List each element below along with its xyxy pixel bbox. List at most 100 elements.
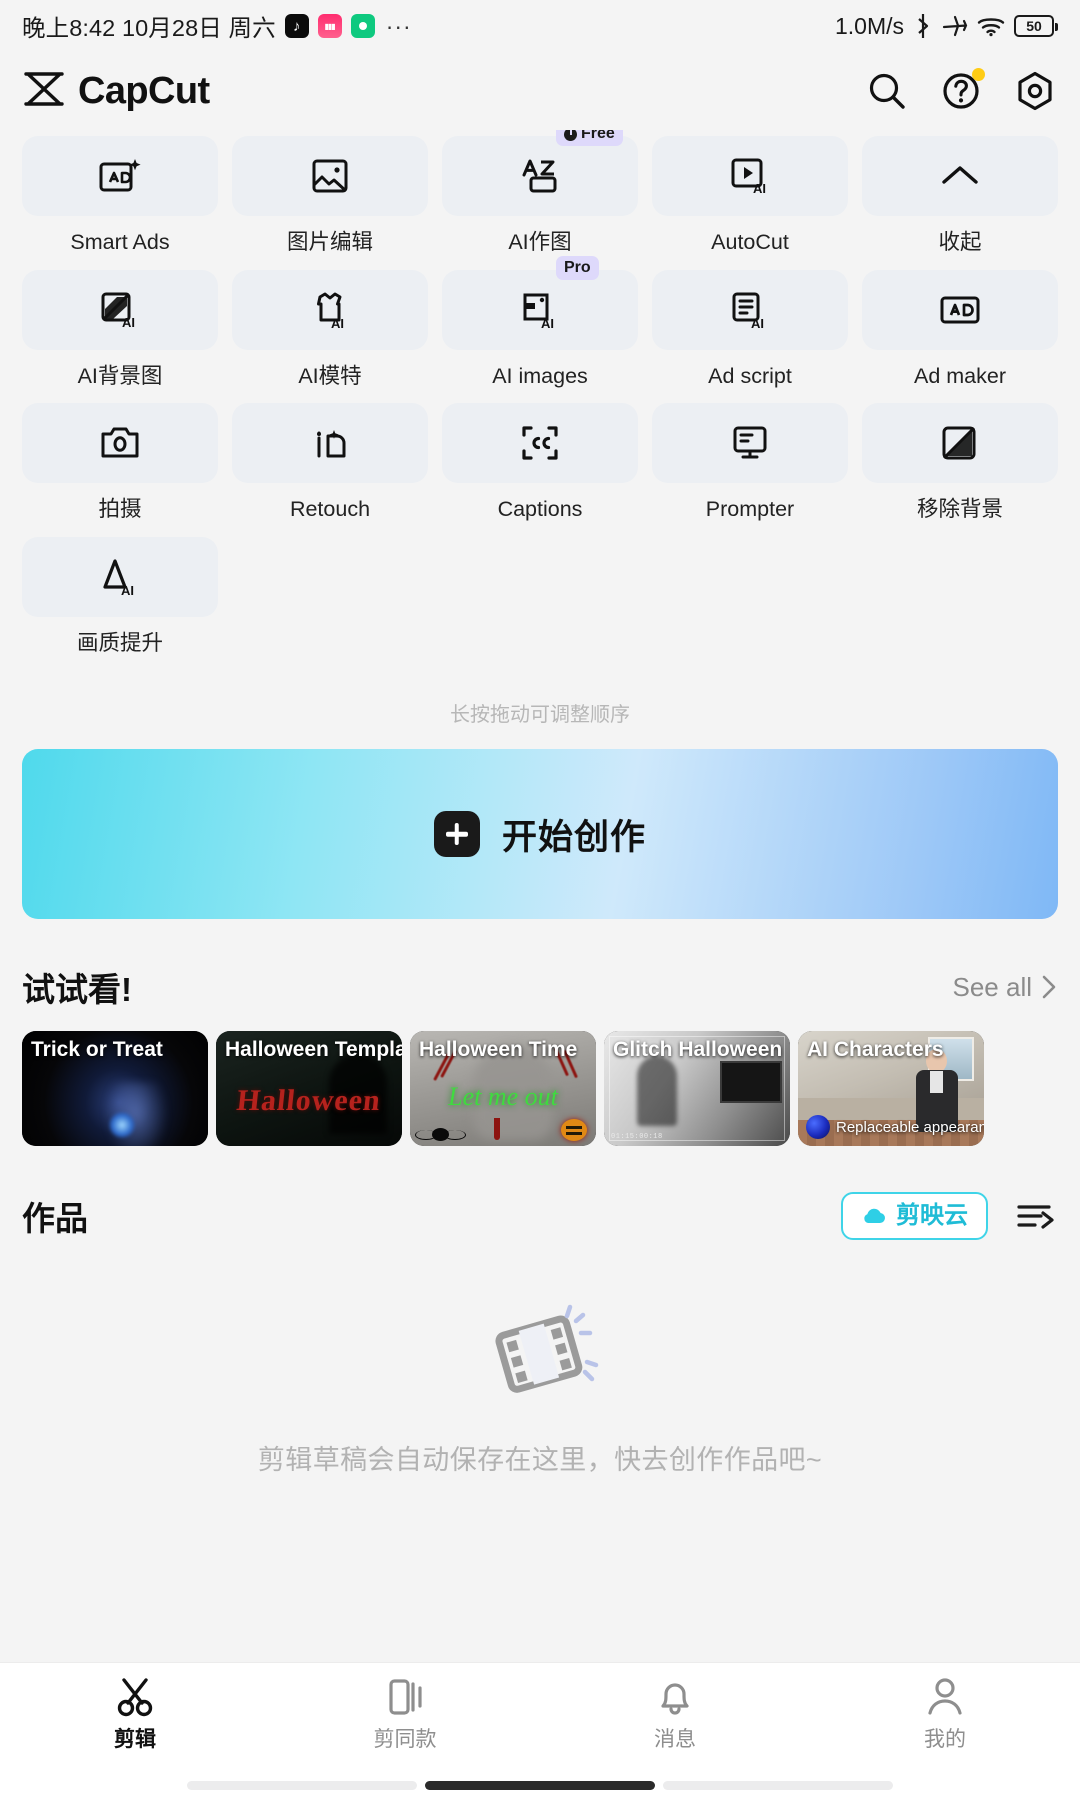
create-label: 开始创作 xyxy=(501,817,646,857)
status-bar: 晚上8:42 10月28日 周六 ··· 1.0M/s 50 xyxy=(0,0,1080,52)
spider-icon xyxy=(415,1128,467,1141)
svg-text:AI: AI xyxy=(753,181,766,196)
chevron-right-icon xyxy=(1042,975,1056,999)
status-bar-left: 晚上8:42 10月28日 周六 ··· xyxy=(22,9,412,43)
tab-messages[interactable]: 消息 xyxy=(540,1675,810,1750)
help-icon[interactable] xyxy=(938,68,985,114)
tool-ai-images[interactable]: Pro AI AI images xyxy=(442,255,638,404)
try-section-header: 试试看! See all xyxy=(0,919,1080,1031)
orb-icon xyxy=(806,1115,830,1139)
tool-ai-background[interactable]: AI AI背景图 xyxy=(22,269,218,404)
ai-images-icon: AI xyxy=(442,269,638,350)
network-speed: 1.0M/s xyxy=(834,12,904,39)
tool-label: Retouch xyxy=(289,497,371,521)
status-time: 晚上8:42 10月28日 周六 xyxy=(22,15,276,41)
gesture-bar-area xyxy=(0,1770,1080,1800)
ai-background-icon: AI xyxy=(22,269,218,350)
app-root: 晚上8:42 10月28日 周六 ··· 1.0M/s 50 xyxy=(0,0,1080,1800)
collapse-chevron-icon xyxy=(862,136,1058,216)
tool-autocut[interactable]: AI AutoCut xyxy=(652,136,848,270)
svg-text:AI: AI xyxy=(122,315,135,330)
works-title: 作品 xyxy=(22,1200,88,1237)
person-icon xyxy=(928,1678,962,1715)
tool-camera[interactable]: 拍摄 xyxy=(22,403,218,537)
help-notification-badge xyxy=(972,68,985,81)
bell-icon xyxy=(661,1683,689,1715)
ai-model-icon: AI xyxy=(232,269,428,350)
camera-icon xyxy=(22,403,218,483)
tool-label: Ad maker xyxy=(913,363,1006,388)
smart-ads-icon xyxy=(22,136,218,216)
ai-drawing-icon xyxy=(442,136,638,216)
cloud-button[interactable]: 剪映云 xyxy=(841,1192,988,1240)
pumpkin-icon xyxy=(561,1119,587,1141)
tool-enhance-quality[interactable]: AI 画质提升 xyxy=(22,536,218,671)
page-body: Smart Ads 图片编辑 Free AI作图 AI AutoCut 收起 A… xyxy=(0,130,1080,1662)
tool-retouch[interactable]: Retouch xyxy=(232,403,428,537)
scissors-icon xyxy=(117,1678,153,1717)
svg-text:AI: AI xyxy=(121,583,134,597)
bottom-navigation: 剪辑 剪同款 消息 我的 xyxy=(0,1662,1080,1770)
ad-maker-icon xyxy=(862,269,1058,350)
free-badge: Free xyxy=(556,130,623,146)
enhance-quality-icon: AI xyxy=(22,536,218,617)
green-app-icon xyxy=(350,14,375,38)
template-card[interactable]: Let me out Halloween Time xyxy=(410,1031,596,1146)
sort-list-icon[interactable] xyxy=(1012,1193,1058,1239)
templates-icon xyxy=(389,1679,422,1715)
template-title: AI Characters xyxy=(807,1038,944,1061)
works-empty-state: 剪辑草稿会自动保存在这里，快去创作作品吧~ xyxy=(0,1240,1080,1662)
gesture-bar-left xyxy=(187,1780,417,1790)
tool-ad-script[interactable]: AI Ad script xyxy=(652,269,848,404)
template-card[interactable]: 01:15:00:18 Glitch Halloween xyxy=(604,1031,790,1146)
template-card[interactable]: Trick or Treat xyxy=(22,1031,208,1146)
tool-ai-drawing[interactable]: Free AI作图 xyxy=(442,130,638,270)
template-title: Trick or Treat xyxy=(31,1038,163,1061)
empty-state-text: 剪辑草稿会自动保存在这里，快去创作作品吧~ xyxy=(257,1445,823,1475)
tool-ad-maker[interactable]: Ad maker xyxy=(862,269,1058,404)
shadow-figure xyxy=(637,1056,678,1127)
autocut-icon: AI xyxy=(652,136,848,216)
tool-remove-background[interactable]: 移除背景 xyxy=(862,403,1058,537)
start-creating-button[interactable]: 开始创作 xyxy=(22,749,1058,919)
template-title: Glitch Halloween xyxy=(613,1038,783,1061)
tab-templates[interactable]: 剪同款 xyxy=(270,1675,540,1750)
tool-label: 移除背景 xyxy=(916,497,1003,521)
template-card-list[interactable]: Trick or Treat Halloween Halloween Templ… xyxy=(0,1031,1080,1146)
see-all-label: See all xyxy=(952,971,1033,1002)
brand: CapCut xyxy=(22,70,210,113)
tab-label: 剪辑 xyxy=(114,1728,156,1751)
tool-smart-ads[interactable]: Smart Ads xyxy=(22,136,218,270)
template-card[interactable]: Halloween Halloween Templates xyxy=(216,1031,402,1146)
tool-image-edit[interactable]: 图片编辑 xyxy=(232,136,428,270)
search-icon[interactable] xyxy=(864,68,910,114)
see-all-button[interactable]: See all xyxy=(953,972,1059,1003)
settings-icon[interactable] xyxy=(1012,68,1058,114)
captions-icon xyxy=(442,403,638,483)
tab-label: 我的 xyxy=(924,1728,966,1751)
tool-label: AI作图 xyxy=(508,230,572,254)
capcut-logo-icon xyxy=(22,71,66,112)
brand-text: CapCut xyxy=(78,69,210,112)
tool-ai-model[interactable]: AI AI模特 xyxy=(232,269,428,404)
tool-collapse[interactable]: 收起 xyxy=(862,136,1058,270)
template-card[interactable]: Replaceable appearance AI Characters xyxy=(798,1031,984,1146)
remove-background-icon xyxy=(862,403,1058,483)
app-header: CapCut xyxy=(0,52,1080,130)
try-section-title: 试试看! xyxy=(22,971,132,1008)
tab-edit[interactable]: 剪辑 xyxy=(0,1675,270,1750)
prompter-icon xyxy=(652,403,848,483)
tool-label: Ad script xyxy=(708,363,792,388)
film-strip-icon xyxy=(475,1300,605,1410)
cloud-icon xyxy=(864,1208,885,1223)
tool-prompter[interactable]: Prompter xyxy=(652,403,848,537)
tool-grid: Smart Ads 图片编辑 Free AI作图 AI AutoCut 收起 A… xyxy=(22,130,1058,671)
gesture-bar[interactable] xyxy=(425,1780,655,1790)
tool-label: Captions xyxy=(497,497,583,521)
retouch-icon xyxy=(232,403,428,483)
tool-captions[interactable]: Captions xyxy=(442,403,638,537)
tool-label: AI背景图 xyxy=(77,363,163,388)
tool-label: AutoCut xyxy=(711,230,789,254)
template-art-text: Let me out xyxy=(448,1081,558,1111)
tab-profile[interactable]: 我的 xyxy=(810,1675,1080,1750)
